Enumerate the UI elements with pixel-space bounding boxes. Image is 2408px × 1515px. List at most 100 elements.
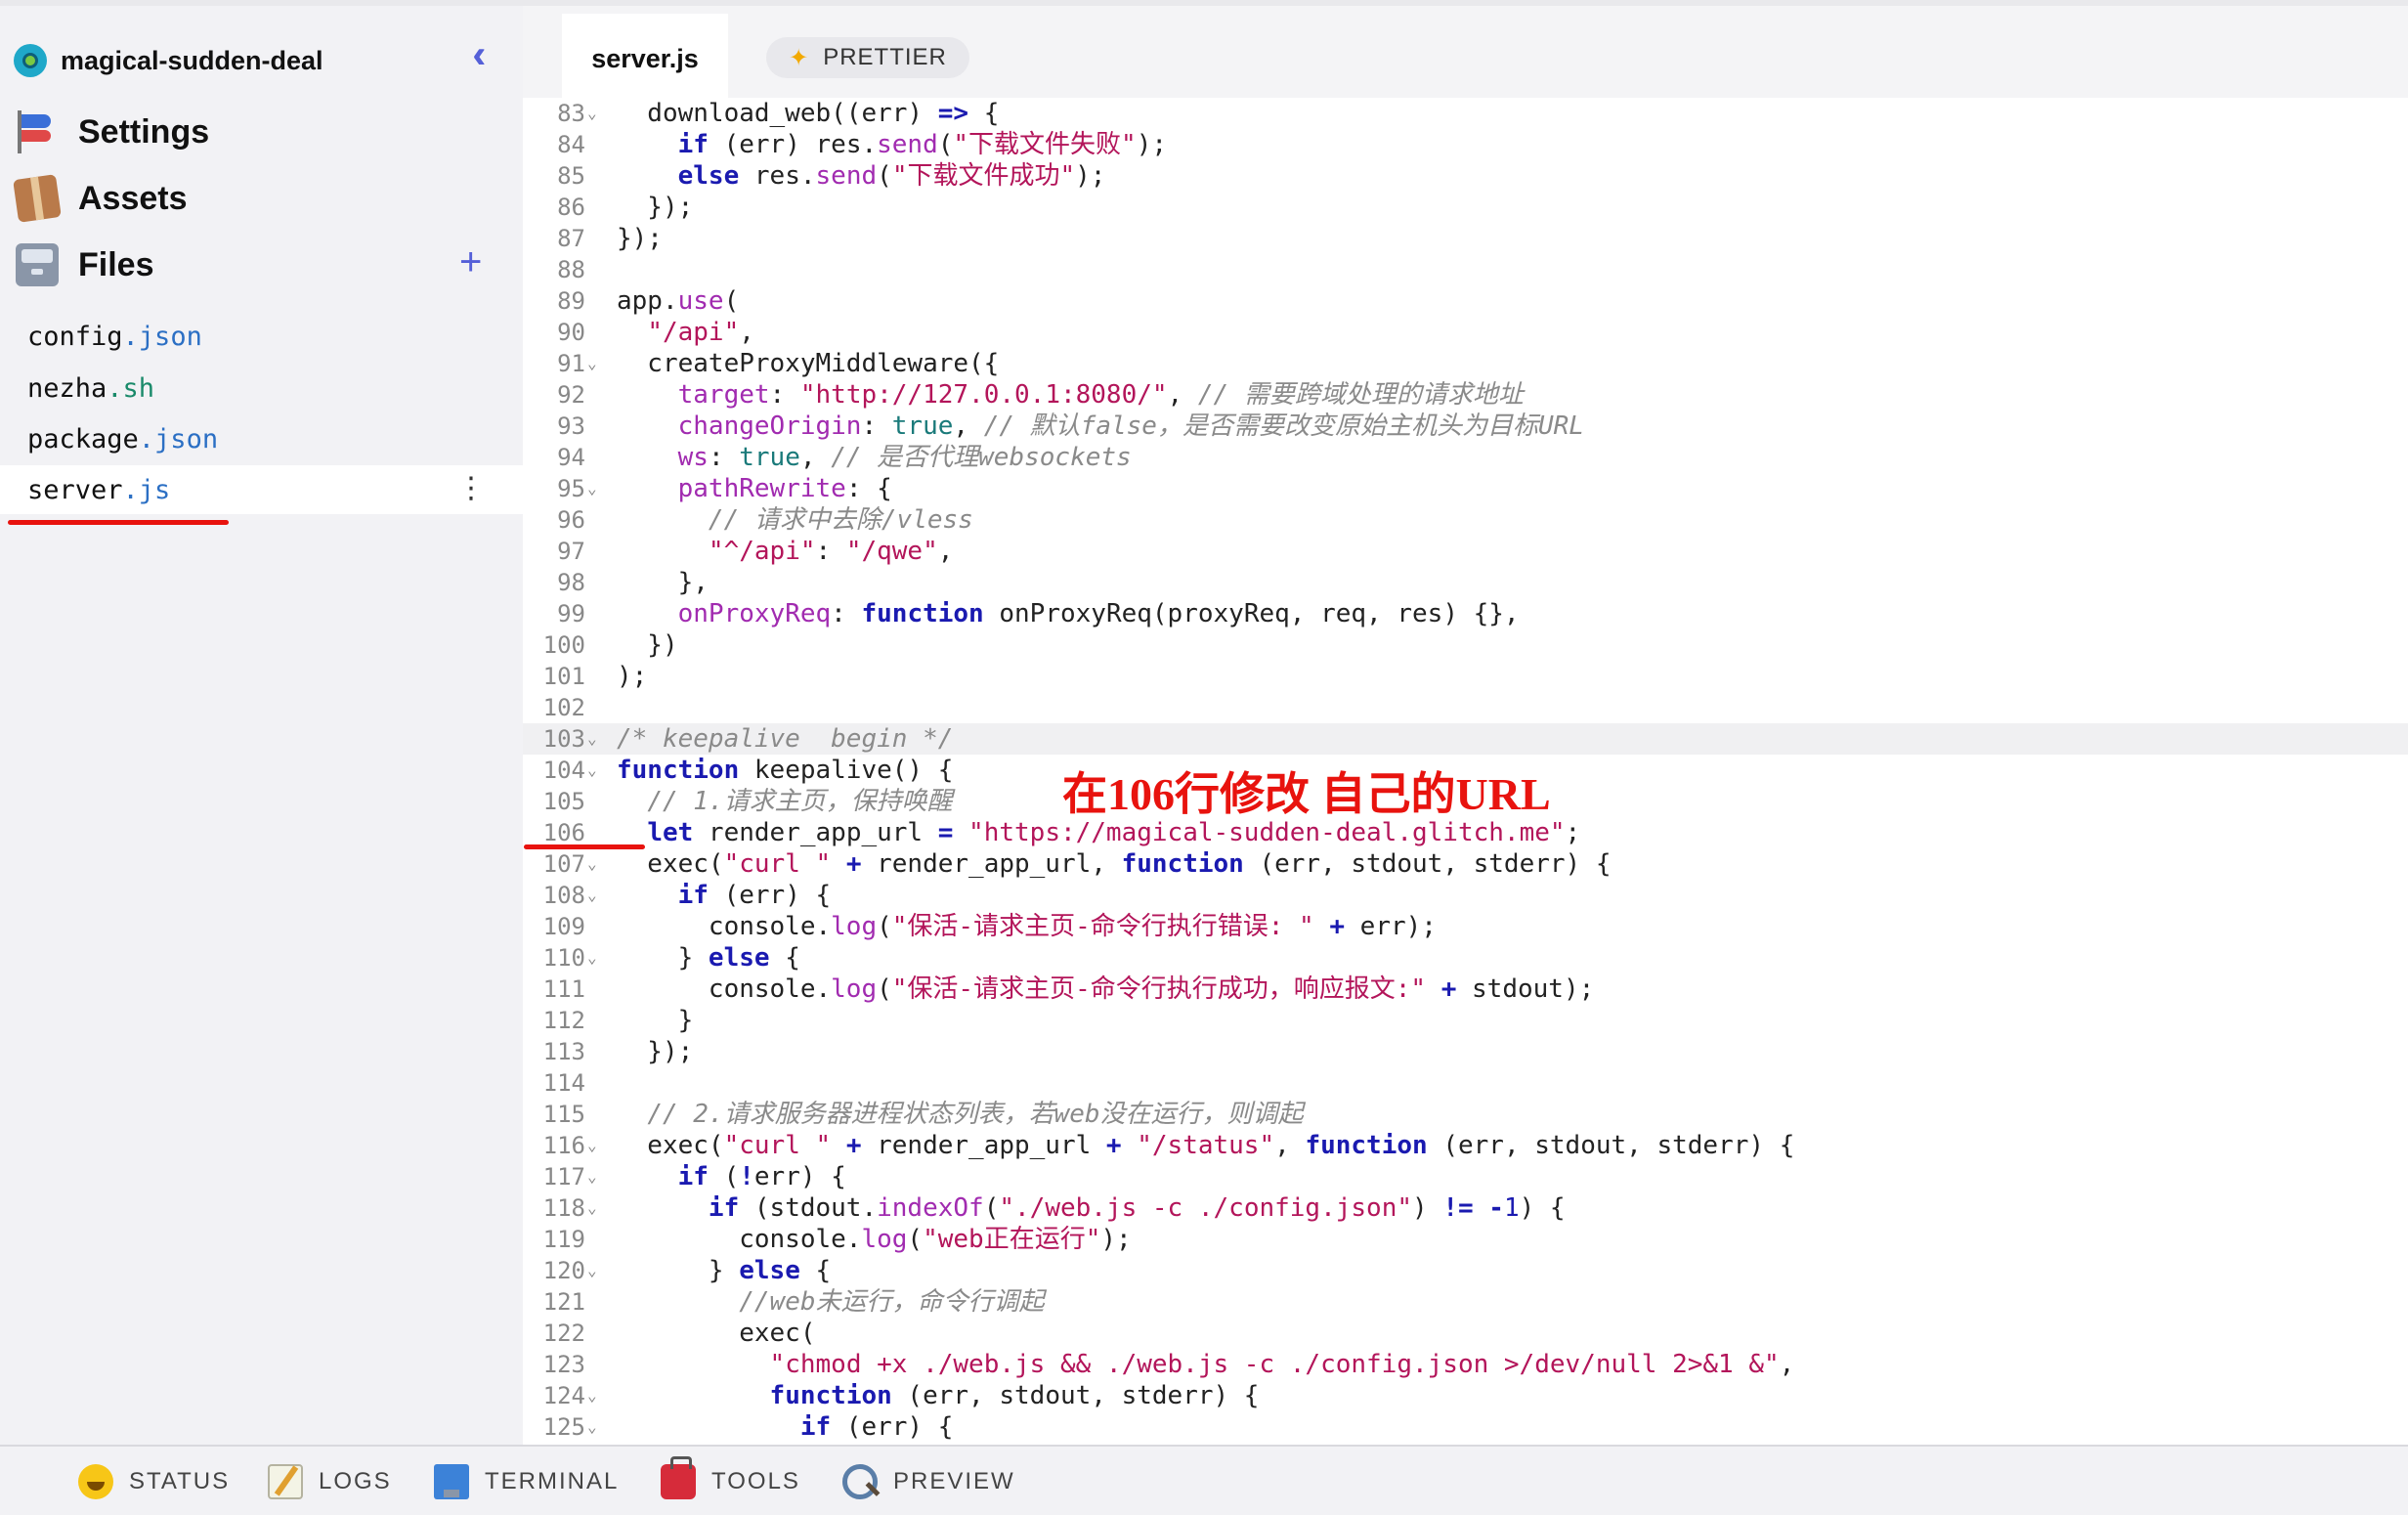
- fold-chevron-icon[interactable]: ⌄: [587, 98, 597, 129]
- code-line[interactable]: 98 },: [523, 567, 2408, 598]
- add-file-button[interactable]: +: [459, 242, 482, 281]
- code-line[interactable]: 125 ⌄ if (err) {: [523, 1411, 2408, 1443]
- code-line[interactable]: 85 else res.send("下载文件成功");: [523, 160, 2408, 192]
- code-text: },: [617, 567, 709, 598]
- nav-files[interactable]: Files: [16, 240, 153, 289]
- code-line[interactable]: 83 ⌄ download_web((err) => {: [523, 98, 2408, 129]
- code-line[interactable]: 121 //web未运行，命令行调起: [523, 1286, 2408, 1318]
- fold-chevron-icon[interactable]: ⌄: [587, 880, 597, 911]
- code-line[interactable]: 93 changeOrigin: true, // 默认false，是否需要改变…: [523, 411, 2408, 442]
- code-text: /* keepalive begin */: [617, 723, 953, 755]
- code-line[interactable]: 88: [523, 254, 2408, 285]
- code-line[interactable]: 118 ⌄ if (stdout.indexOf("./web.js -c ./c…: [523, 1192, 2408, 1224]
- code-line[interactable]: 117 ⌄ if (!err) {: [523, 1161, 2408, 1192]
- fold-chevron-icon[interactable]: ⌄: [587, 473, 597, 504]
- terminal-button[interactable]: TERMINAL: [434, 1460, 619, 1503]
- fold-chevron-icon[interactable]: ⌄: [587, 1411, 597, 1443]
- code-token: exec(: [617, 1131, 724, 1160]
- fold-chevron-icon[interactable]: ⌄: [587, 1192, 597, 1224]
- code-line[interactable]: 111 console.log("保活-请求主页-命令行执行成功，响应报文:" …: [523, 974, 2408, 1005]
- code-text: download_web((err) => {: [617, 98, 999, 129]
- nav-assets[interactable]: Assets: [13, 174, 188, 223]
- code-line[interactable]: 112 }: [523, 1005, 2408, 1036]
- code-token: :: [831, 599, 862, 628]
- code-token: +: [1440, 974, 1457, 1004]
- code-token: if: [799, 1412, 832, 1442]
- code-line[interactable]: 103 ⌄ /* keepalive begin */: [523, 723, 2408, 755]
- code-line[interactable]: 86 });: [523, 192, 2408, 223]
- fold-chevron-icon[interactable]: ⌄: [587, 1161, 597, 1192]
- code-line[interactable]: 110 ⌄ } else {: [523, 942, 2408, 974]
- logs-button[interactable]: LOGS: [268, 1460, 392, 1503]
- code-line[interactable]: 91 ⌄ createProxyMiddleware({: [523, 348, 2408, 379]
- code-line[interactable]: 100 }): [523, 629, 2408, 661]
- file-menu-icon[interactable]: ⋮: [456, 471, 486, 505]
- code-line[interactable]: 115 // 2.请求服务器进程状态列表，若web没在运行，则调起: [523, 1099, 2408, 1130]
- code-line[interactable]: 87});: [523, 223, 2408, 254]
- code-token: ,: [1274, 1131, 1306, 1160]
- fold-chevron-icon[interactable]: ⌄: [587, 1380, 597, 1411]
- code-line[interactable]: 90 "/api",: [523, 317, 2408, 348]
- code-line[interactable]: 123 "chmod +x ./web.js && ./web.js -c ./…: [523, 1349, 2408, 1380]
- line-number: 102: [542, 694, 585, 721]
- fold-chevron-icon[interactable]: ⌄: [587, 348, 597, 379]
- memo-icon: [268, 1464, 303, 1499]
- code-line[interactable]: 101);: [523, 661, 2408, 692]
- code-token: "curl ": [723, 849, 832, 879]
- preview-button[interactable]: PREVIEW: [842, 1460, 1015, 1503]
- code-line[interactable]: 113 });: [523, 1036, 2408, 1067]
- fold-chevron-icon[interactable]: ⌄: [587, 1255, 597, 1286]
- code-token: "/qwe": [845, 537, 938, 566]
- code-line[interactable]: 108 ⌄ if (err) {: [523, 880, 2408, 911]
- project-logo-icon: [14, 44, 47, 77]
- code-line[interactable]: 84 if (err) res.send("下载文件失败");: [523, 129, 2408, 160]
- code-line[interactable]: 109 console.log("保活-请求主页-命令行执行错误: " + er…: [523, 911, 2408, 942]
- code-line[interactable]: 120 ⌄ } else {: [523, 1255, 2408, 1286]
- code-line[interactable]: 124 ⌄ function (err, stdout, stderr) {: [523, 1380, 2408, 1411]
- code-line[interactable]: 96 // 请求中去除/vless: [523, 504, 2408, 536]
- code-line[interactable]: 122 exec(: [523, 1318, 2408, 1349]
- tools-button[interactable]: TOOLS: [661, 1456, 800, 1503]
- code-line[interactable]: 102: [523, 692, 2408, 723]
- line-number: 96: [557, 506, 585, 534]
- fold-chevron-icon[interactable]: ⌄: [587, 723, 597, 755]
- prettier-button[interactable]: ✦ PRETTIER: [766, 37, 969, 78]
- line-number: 85: [557, 162, 585, 190]
- carp-streamer-icon: [16, 110, 59, 153]
- code-line[interactable]: 89 app.use(: [523, 285, 2408, 317]
- code-token: (: [877, 912, 892, 941]
- fold-chevron-icon[interactable]: ⌄: [587, 755, 597, 786]
- fold-chevron-icon[interactable]: ⌄: [587, 1130, 597, 1161]
- project-header[interactable]: magical-sudden-deal: [14, 41, 323, 80]
- code-line[interactable]: 119 console.log("web正在运行");: [523, 1224, 2408, 1255]
- code-line[interactable]: 116 ⌄ exec("curl " + render_app_url + "/s…: [523, 1130, 2408, 1161]
- code-token: pathRewrite: [677, 474, 846, 503]
- annotation-text: 在106行修改 自己的URL: [1062, 769, 1551, 819]
- annotation-underline-file: [8, 520, 229, 525]
- tab-server-js[interactable]: server.js: [562, 14, 728, 104]
- file-item-package-json[interactable]: package .json: [0, 414, 523, 463]
- code-line[interactable]: 94 ws: true, // 是否代理websockets: [523, 442, 2408, 473]
- code-line[interactable]: 97 "^/api": "/qwe",: [523, 536, 2408, 567]
- code-text: }: [617, 1005, 694, 1036]
- code-line[interactable]: 95 ⌄ pathRewrite: {: [523, 473, 2408, 504]
- line-number: 91: [557, 350, 585, 377]
- line-number: 107: [542, 850, 585, 878]
- nav-settings[interactable]: Settings: [16, 108, 209, 156]
- code-line[interactable]: 99 onProxyReq: function onProxyReq(proxy…: [523, 598, 2408, 629]
- file-item-config-json[interactable]: config .json: [0, 312, 523, 361]
- status-button[interactable]: STATUS: [78, 1460, 230, 1503]
- file-item-nezha-sh[interactable]: nezha .sh: [0, 364, 523, 412]
- fold-chevron-icon[interactable]: ⌄: [587, 942, 597, 974]
- code-line[interactable]: 107 ⌄ exec("curl " + render_app_url, func…: [523, 848, 2408, 880]
- fold-chevron-icon[interactable]: ⌄: [587, 848, 597, 880]
- file-item-server-js[interactable]: server .js ⋮: [0, 465, 523, 514]
- code-line[interactable]: 114: [523, 1067, 2408, 1099]
- code-line[interactable]: 92 target: "http://127.0.0.1:8080/", // …: [523, 379, 2408, 411]
- code-token: else: [739, 1256, 800, 1285]
